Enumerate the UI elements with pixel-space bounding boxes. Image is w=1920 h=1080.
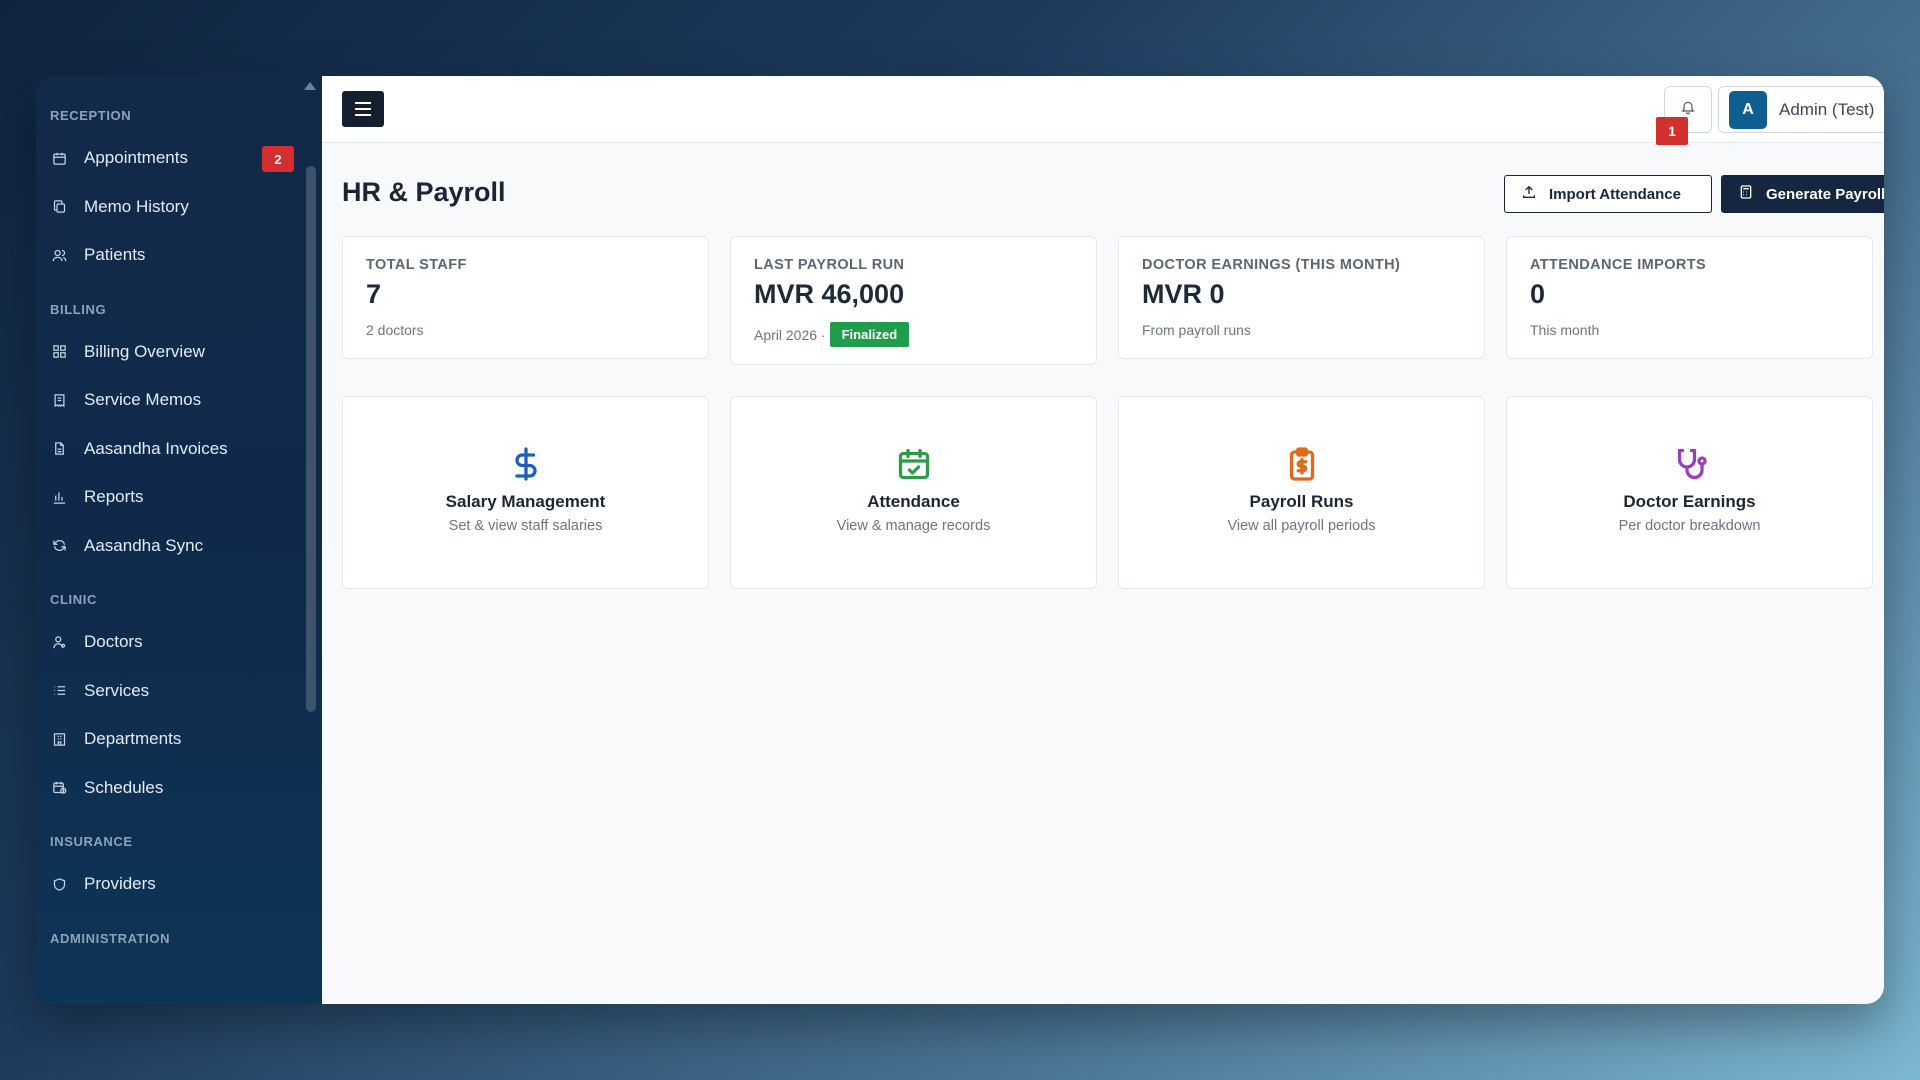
- user-name: Admin (Test): [1779, 99, 1875, 119]
- sidebar-item-aasandha-invoices[interactable]: Aasandha Invoices: [36, 425, 322, 474]
- user-menu-button[interactable]: A Admin (Test): [1718, 86, 1884, 133]
- menu-toggle-button[interactable]: [342, 91, 384, 127]
- sidebar-item-departments[interactable]: Departments: [36, 715, 322, 764]
- sidebar-item-label: Schedules: [84, 777, 164, 797]
- stat-label: TOTAL STAFF: [366, 257, 467, 273]
- card-subtitle: View all payroll periods: [1227, 518, 1376, 534]
- sidebar-item-services[interactable]: Services: [36, 667, 322, 716]
- hamburger-line: [355, 114, 371, 116]
- avatar: A: [1729, 90, 1767, 129]
- sidebar-item-label: Services: [84, 680, 150, 700]
- sidebar-item-patients[interactable]: Patients: [36, 231, 322, 280]
- sidebar-item-aasandha-sync[interactable]: Aasandha Sync: [36, 522, 322, 571]
- salary-management-card[interactable]: Salary Management Set & view staff salar…: [342, 396, 709, 589]
- stat-label: DOCTOR EARNINGS (THIS MONTH): [1142, 257, 1401, 273]
- sidebar-item-label: Appointments: [84, 148, 188, 168]
- stat-value: 7: [366, 279, 382, 309]
- card-title: Salary Management: [445, 492, 606, 511]
- list-icon: [50, 682, 68, 700]
- section-label-insurance: INSURANCE: [50, 834, 133, 849]
- stat-value: MVR 46,000: [754, 279, 905, 309]
- card-title: Attendance: [867, 492, 960, 511]
- generate-payroll-label: Generate Payroll: [1766, 185, 1884, 203]
- copy-icon: [50, 198, 68, 216]
- card-subtitle: Set & view staff salaries: [448, 518, 603, 534]
- users-icon: [50, 246, 68, 264]
- generate-payroll-button[interactable]: Generate Payroll: [1721, 175, 1884, 213]
- grid-icon: [50, 343, 68, 361]
- user-doctor-icon: [50, 633, 68, 651]
- file-icon: [50, 440, 68, 458]
- sidebar-item-label: Departments: [84, 729, 182, 749]
- stat-sub: This month: [1530, 322, 1600, 338]
- stat-value: MVR 0: [1142, 279, 1225, 309]
- import-attendance-label: Import Attendance: [1549, 185, 1681, 203]
- sidebar-item-label: Aasandha Sync: [84, 535, 204, 555]
- receipt-icon: [50, 391, 68, 409]
- stat-value: 0: [1530, 279, 1546, 309]
- sidebar-item-label: Service Memos: [84, 390, 202, 410]
- stat-card-total-staff: TOTAL STAFF 7 2 doctors: [342, 236, 709, 359]
- appointments-count-badge: 2: [262, 146, 294, 172]
- calendar-check-icon: [731, 446, 1096, 482]
- section-label-clinic: CLINIC: [50, 592, 97, 607]
- card-title: Payroll Runs: [1249, 492, 1354, 511]
- sidebar-item-providers[interactable]: Providers: [36, 860, 322, 909]
- card-subtitle: Per doctor breakdown: [1618, 518, 1761, 534]
- stat-label: LAST PAYROLL RUN: [754, 257, 905, 273]
- sidebar: RECEPTION Appointments 2 Memo History Pa…: [36, 76, 322, 1004]
- section-label-billing: BILLING: [50, 301, 107, 317]
- sidebar-item-label: Patients: [84, 245, 146, 265]
- building-icon: [50, 730, 68, 748]
- stat-sub: From payroll runs: [1142, 322, 1251, 338]
- sidebar-item-label: Memo History: [84, 196, 189, 216]
- page-title: HR & Payroll: [342, 177, 506, 207]
- stat-card-attendance-imports: ATTENDANCE IMPORTS 0 This month: [1506, 236, 1873, 359]
- upload-icon: [1521, 184, 1537, 204]
- payroll-period: April 2026 ·: [754, 326, 826, 343]
- hamburger-line: [355, 108, 371, 110]
- hamburger-line: [355, 102, 371, 104]
- main-content: 1 A Admin (Test) HR & Payroll Import Att…: [322, 76, 1884, 1004]
- calendar-icon: [50, 149, 68, 167]
- stethoscope-icon: [1507, 446, 1872, 482]
- sidebar-item-label: Aasandha Invoices: [84, 438, 228, 458]
- status-badge: Finalized: [829, 322, 910, 347]
- notification-count-badge: 1: [1656, 117, 1688, 145]
- sidebar-item-appointments[interactable]: Appointments 2: [36, 134, 322, 183]
- dollar-icon: [343, 446, 708, 482]
- card-title: Doctor Earnings: [1623, 492, 1756, 511]
- doctor-earnings-card[interactable]: Doctor Earnings Per doctor breakdown: [1506, 396, 1873, 589]
- section-label-reception: RECEPTION: [50, 108, 132, 123]
- clipboard-dollar-icon: [1119, 446, 1484, 482]
- sidebar-item-service-memos[interactable]: Service Memos: [36, 376, 322, 425]
- stat-label: ATTENDANCE IMPORTS: [1530, 257, 1707, 273]
- calculator-icon: [1738, 184, 1754, 204]
- section-label-administration: ADMINISTRATION: [50, 930, 171, 946]
- sidebar-item-label: Providers: [84, 874, 156, 894]
- calendar-clock-icon: [50, 779, 68, 797]
- sidebar-item-reports[interactable]: Reports: [36, 473, 322, 522]
- payroll-runs-card[interactable]: Payroll Runs View all payroll periods: [1118, 396, 1485, 589]
- attendance-card[interactable]: Attendance View & manage records: [730, 396, 1097, 589]
- refresh-icon: [50, 537, 68, 555]
- sidebar-item-memo-history[interactable]: Memo History: [36, 183, 322, 232]
- bar-chart-icon: [50, 488, 68, 506]
- sidebar-item-label: Reports: [84, 487, 144, 507]
- card-subtitle: View & manage records: [836, 518, 991, 534]
- import-attendance-button[interactable]: Import Attendance: [1504, 175, 1712, 213]
- sidebar-item-doctors[interactable]: Doctors: [36, 618, 322, 667]
- stat-sub: 2 doctors: [366, 322, 424, 338]
- top-bar: 1 A Admin (Test): [322, 76, 1884, 145]
- stat-sub-row: April 2026 · Finalized: [754, 322, 1073, 347]
- shield-icon: [50, 875, 68, 893]
- sidebar-item-label: Billing Overview: [84, 341, 205, 361]
- sidebar-item-schedules[interactable]: Schedules: [36, 764, 322, 813]
- app-window: RECEPTION Appointments 2 Memo History Pa…: [36, 76, 1884, 1004]
- scroll-up-arrow-icon[interactable]: [304, 82, 316, 90]
- stat-card-last-payroll: LAST PAYROLL RUN MVR 46,000 April 2026 ·…: [730, 236, 1097, 365]
- sidebar-item-label: Doctors: [84, 632, 143, 652]
- sidebar-item-billing-overview[interactable]: Billing Overview: [36, 328, 322, 377]
- stat-card-doctor-earnings: DOCTOR EARNINGS (THIS MONTH) MVR 0 From …: [1118, 236, 1485, 359]
